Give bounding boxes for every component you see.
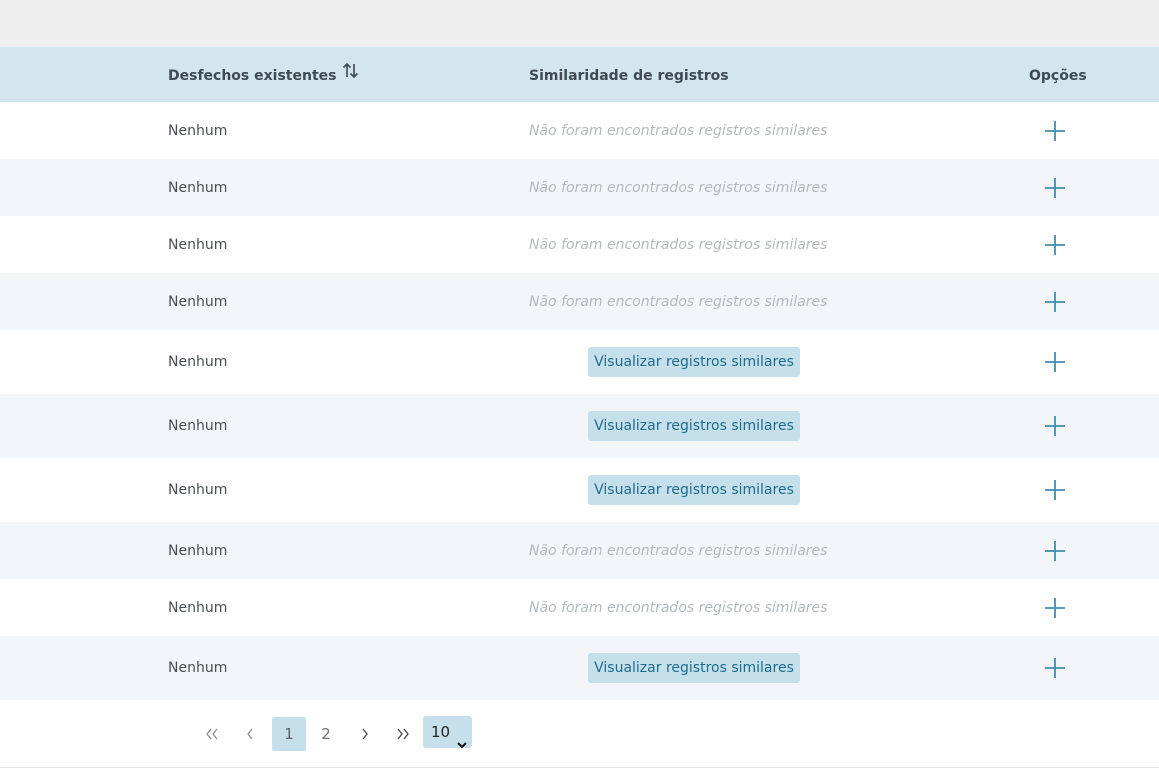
- desfecho-cell: Nenhum: [168, 179, 228, 196]
- table-row: Nenhum Visualizar registros similares: [0, 636, 1159, 700]
- chevron-down-icon: [457, 728, 467, 760]
- add-button[interactable]: [1043, 539, 1067, 563]
- no-similar-records-text: Não foram encontrados registros similare…: [529, 542, 828, 559]
- plus-icon: [1043, 233, 1067, 257]
- add-button[interactable]: [1043, 478, 1067, 502]
- column-header-similaridade: Similaridade de registros: [529, 68, 729, 84]
- top-bar: [0, 0, 1159, 47]
- no-similar-records-text: Não foram encontrados registros similare…: [529, 293, 828, 310]
- view-similar-records-button[interactable]: Visualizar registros similares: [588, 475, 800, 505]
- table-row: Nenhum Visualizar registros similares: [0, 458, 1159, 522]
- view-similar-records-button[interactable]: Visualizar registros similares: [588, 347, 800, 377]
- table-row: Nenhum Visualizar registros similares: [0, 394, 1159, 458]
- add-button[interactable]: [1043, 233, 1067, 257]
- pagination: 1 2 10: [0, 700, 1159, 768]
- table-row: Nenhum Visualizar registros similares: [0, 330, 1159, 394]
- desfecho-cell: Nenhum: [168, 236, 228, 253]
- plus-icon: [1043, 176, 1067, 200]
- table-row: Nenhum Não foram encontrados registros si…: [0, 159, 1159, 216]
- per-page-value: 10: [431, 723, 451, 741]
- plus-icon: [1043, 414, 1067, 438]
- double-chevron-left-icon: [205, 725, 219, 743]
- table-row: Nenhum Não foram encontrados registros si…: [0, 216, 1159, 273]
- table-body: Nenhum Não foram encontrados registros si…: [0, 102, 1159, 700]
- add-button[interactable]: [1043, 596, 1067, 620]
- view-similar-records-button[interactable]: Visualizar registros similares: [588, 653, 800, 683]
- pagination-page-2[interactable]: 2: [312, 717, 340, 751]
- table-header: Desfechos existentes Similaridade de reg…: [0, 47, 1159, 102]
- records-table: Desfechos existentes Similaridade de reg…: [0, 47, 1159, 700]
- table-row: Nenhum Não foram encontrados registros si…: [0, 102, 1159, 159]
- pagination-next-button[interactable]: [353, 717, 377, 751]
- desfecho-cell: Nenhum: [168, 599, 228, 616]
- pagination-first-button[interactable]: [199, 717, 225, 751]
- add-button[interactable]: [1043, 656, 1067, 680]
- pagination-page-1[interactable]: 1: [272, 717, 306, 751]
- add-button[interactable]: [1043, 414, 1067, 438]
- chevron-right-icon: [361, 725, 369, 743]
- plus-icon: [1043, 478, 1067, 502]
- column-header-opcoes: Opções: [1029, 68, 1087, 84]
- double-chevron-right-icon: [396, 725, 410, 743]
- add-button[interactable]: [1043, 350, 1067, 374]
- desfecho-cell: Nenhum: [168, 482, 228, 498]
- no-similar-records-text: Não foram encontrados registros similare…: [529, 122, 828, 139]
- plus-icon: [1043, 539, 1067, 563]
- desfecho-cell: Nenhum: [168, 660, 228, 676]
- desfecho-cell: Nenhum: [168, 542, 228, 559]
- table-row: Nenhum Não foram encontrados registros si…: [0, 522, 1159, 579]
- table-row: Nenhum Não foram encontrados registros si…: [0, 273, 1159, 330]
- add-button[interactable]: [1043, 290, 1067, 314]
- plus-icon: [1043, 119, 1067, 143]
- plus-icon: [1043, 290, 1067, 314]
- table-row: Nenhum Não foram encontrados registros si…: [0, 579, 1159, 636]
- add-button[interactable]: [1043, 176, 1067, 200]
- chevron-left-icon: [246, 725, 254, 743]
- desfecho-cell: Nenhum: [168, 122, 228, 139]
- no-similar-records-text: Não foram encontrados registros similare…: [529, 599, 828, 616]
- column-header-desfechos-label: Desfechos existentes: [168, 68, 337, 84]
- desfecho-cell: Nenhum: [168, 418, 228, 434]
- no-similar-records-text: Não foram encontrados registros similare…: [529, 236, 828, 253]
- pagination-last-button[interactable]: [390, 717, 416, 751]
- column-header-desfechos[interactable]: Desfechos existentes: [168, 47, 359, 102]
- sort-arrows-icon[interactable]: [342, 46, 359, 104]
- add-button[interactable]: [1043, 119, 1067, 143]
- pagination-prev-button[interactable]: [238, 717, 262, 751]
- per-page-select[interactable]: 10: [423, 716, 472, 749]
- desfecho-cell: Nenhum: [168, 293, 228, 310]
- view-similar-records-button[interactable]: Visualizar registros similares: [588, 411, 800, 441]
- plus-icon: [1043, 350, 1067, 374]
- plus-icon: [1043, 656, 1067, 680]
- no-similar-records-text: Não foram encontrados registros similare…: [529, 179, 828, 196]
- desfecho-cell: Nenhum: [168, 354, 228, 370]
- plus-icon: [1043, 596, 1067, 620]
